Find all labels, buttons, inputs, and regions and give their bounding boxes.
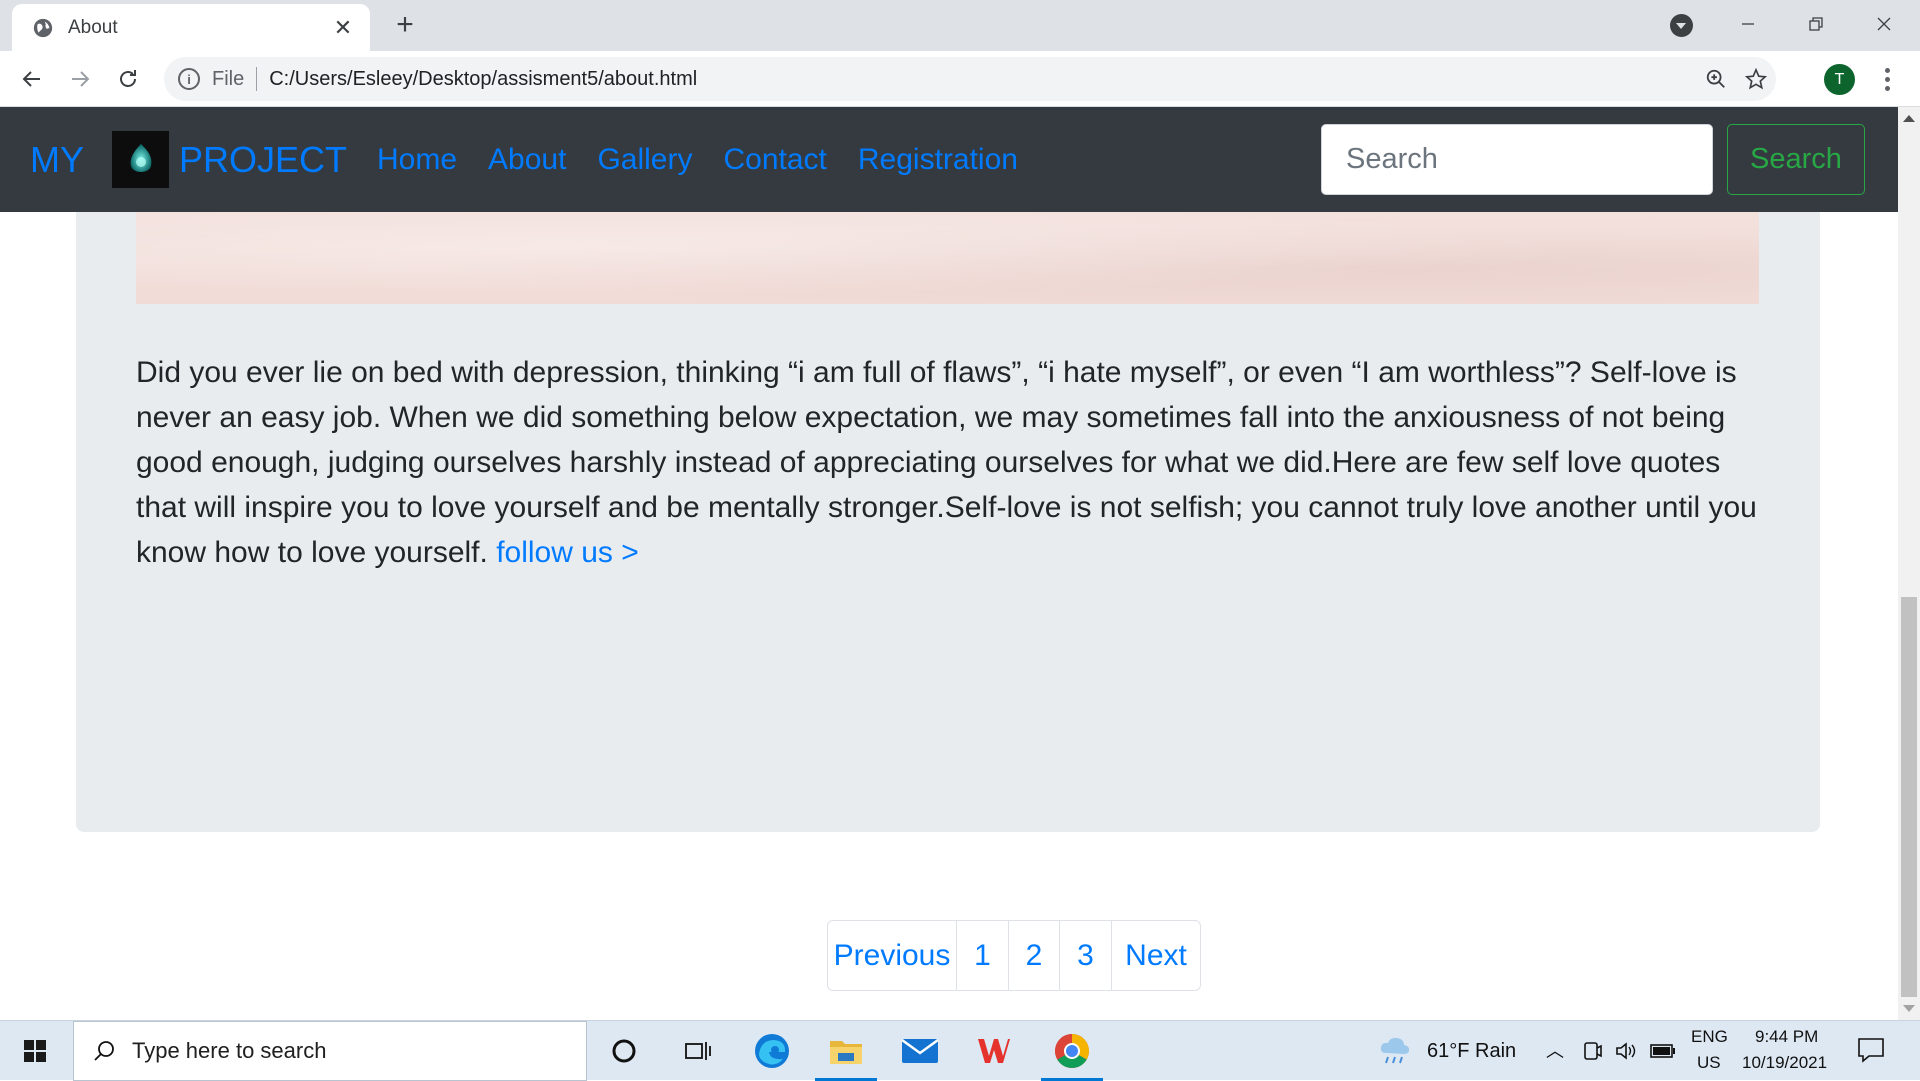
url-scheme: File [212,67,245,90]
chrome-icon[interactable] [1035,1021,1109,1081]
brand-text-left: MY [30,138,84,180]
notification-center-icon[interactable] [1857,1037,1885,1063]
weather-rain-icon[interactable] [1378,1035,1412,1067]
pagination-next[interactable]: Next [1112,921,1200,990]
navbar-brand[interactable]: MY PROJECT [30,131,347,188]
hero-image [136,212,1759,304]
reload-icon[interactable] [109,60,147,98]
article-paragraph: Did you ever lie on bed with depression,… [136,350,1766,575]
cortana-icon[interactable] [587,1021,661,1081]
windows-taskbar: Type here to search 61°F Rain ︿ ENG US 9… [0,1020,1920,1081]
battery-icon[interactable] [1650,1043,1676,1059]
nav-link-home[interactable]: Home [377,143,457,177]
tab-close-icon[interactable]: ✕ [330,15,356,41]
article-text: Did you ever lie on bed with depression,… [136,356,1757,569]
search-icon [94,1041,114,1061]
back-arrow-icon[interactable] [13,60,51,98]
taskbar-search-box[interactable]: Type here to search [73,1021,587,1081]
window-close-icon[interactable] [1854,6,1914,42]
pagination-previous[interactable]: Previous [828,921,957,990]
nav-link-about[interactable]: About [488,143,566,177]
url-text[interactable]: C:/Users/Esleey/Desktop/assisment5/about… [269,68,1696,91]
profile-avatar[interactable]: T [1824,64,1855,95]
globe-icon [33,18,53,37]
clock-time[interactable]: 9:44 PM [1755,1027,1818,1047]
bookmark-star-icon[interactable] [1736,59,1776,99]
url-separator [256,67,258,91]
meet-now-icon[interactable] [1582,1040,1602,1062]
nav-link-contact[interactable]: Contact [723,143,826,177]
pagination-page-2[interactable]: 2 [1009,921,1060,990]
scroll-down-arrow-icon[interactable] [1903,1005,1915,1012]
nav-links: Home About Gallery Contact Registration [377,143,1018,177]
pagination: Previous 1 2 3 Next [827,920,1201,991]
clock-date[interactable]: 10/19/2021 [1742,1053,1827,1073]
pagination-page-3[interactable]: 3 [1060,921,1112,990]
nav-link-registration[interactable]: Registration [858,143,1018,177]
brand-text-right: PROJECT [179,138,348,180]
file-explorer-icon[interactable] [809,1021,883,1081]
weather-text[interactable]: 61°F Rain [1427,1040,1516,1063]
address-bar[interactable]: i File C:/Users/Esleey/Desktop/assisment… [164,57,1776,101]
page-viewport: MY PROJECT Home About Gallery Contact Re… [0,107,1898,1020]
page-scrollbar[interactable] [1898,107,1920,1020]
forward-arrow-icon[interactable] [61,60,99,98]
language-indicator[interactable]: ENG [1691,1027,1728,1047]
search-input[interactable] [1321,124,1713,195]
taskbar-search-placeholder: Type here to search [132,1038,327,1063]
nav-link-gallery[interactable]: Gallery [597,143,692,177]
zoom-icon[interactable] [1696,59,1736,99]
language-region[interactable]: US [1697,1053,1721,1073]
site-info-icon[interactable]: i [178,68,200,90]
tab-title: About [68,16,118,38]
windows-start-icon[interactable] [0,1021,70,1081]
brand-logo-icon [112,131,169,188]
edge-browser-icon[interactable] [735,1021,809,1081]
scroll-thumb[interactable] [1901,597,1917,997]
browser-toolbar: i File C:/Users/Esleey/Desktop/assisment… [0,51,1920,107]
mail-icon[interactable] [883,1021,957,1081]
minimize-icon[interactable] [1718,6,1778,42]
browser-menu-icon[interactable] [1872,64,1902,94]
restore-icon[interactable] [1786,6,1846,42]
wps-office-icon[interactable] [957,1021,1031,1081]
new-tab-icon[interactable]: + [390,10,420,40]
volume-icon[interactable] [1615,1040,1637,1062]
task-view-icon[interactable] [661,1021,735,1081]
follow-us-link[interactable]: follow us > [496,536,639,569]
site-navbar: MY PROJECT Home About Gallery Contact Re… [0,107,1898,212]
browser-tab-about[interactable]: About ✕ [12,4,370,51]
search-button[interactable]: Search [1727,124,1865,195]
scroll-up-arrow-icon[interactable] [1903,115,1915,122]
tray-overflow-chevron-icon[interactable]: ︿ [1546,1037,1564,1063]
pagination-page-1[interactable]: 1 [957,921,1009,990]
tab-search-icon[interactable] [1670,14,1693,37]
browser-tabstrip: About ✕ + [0,0,1920,51]
